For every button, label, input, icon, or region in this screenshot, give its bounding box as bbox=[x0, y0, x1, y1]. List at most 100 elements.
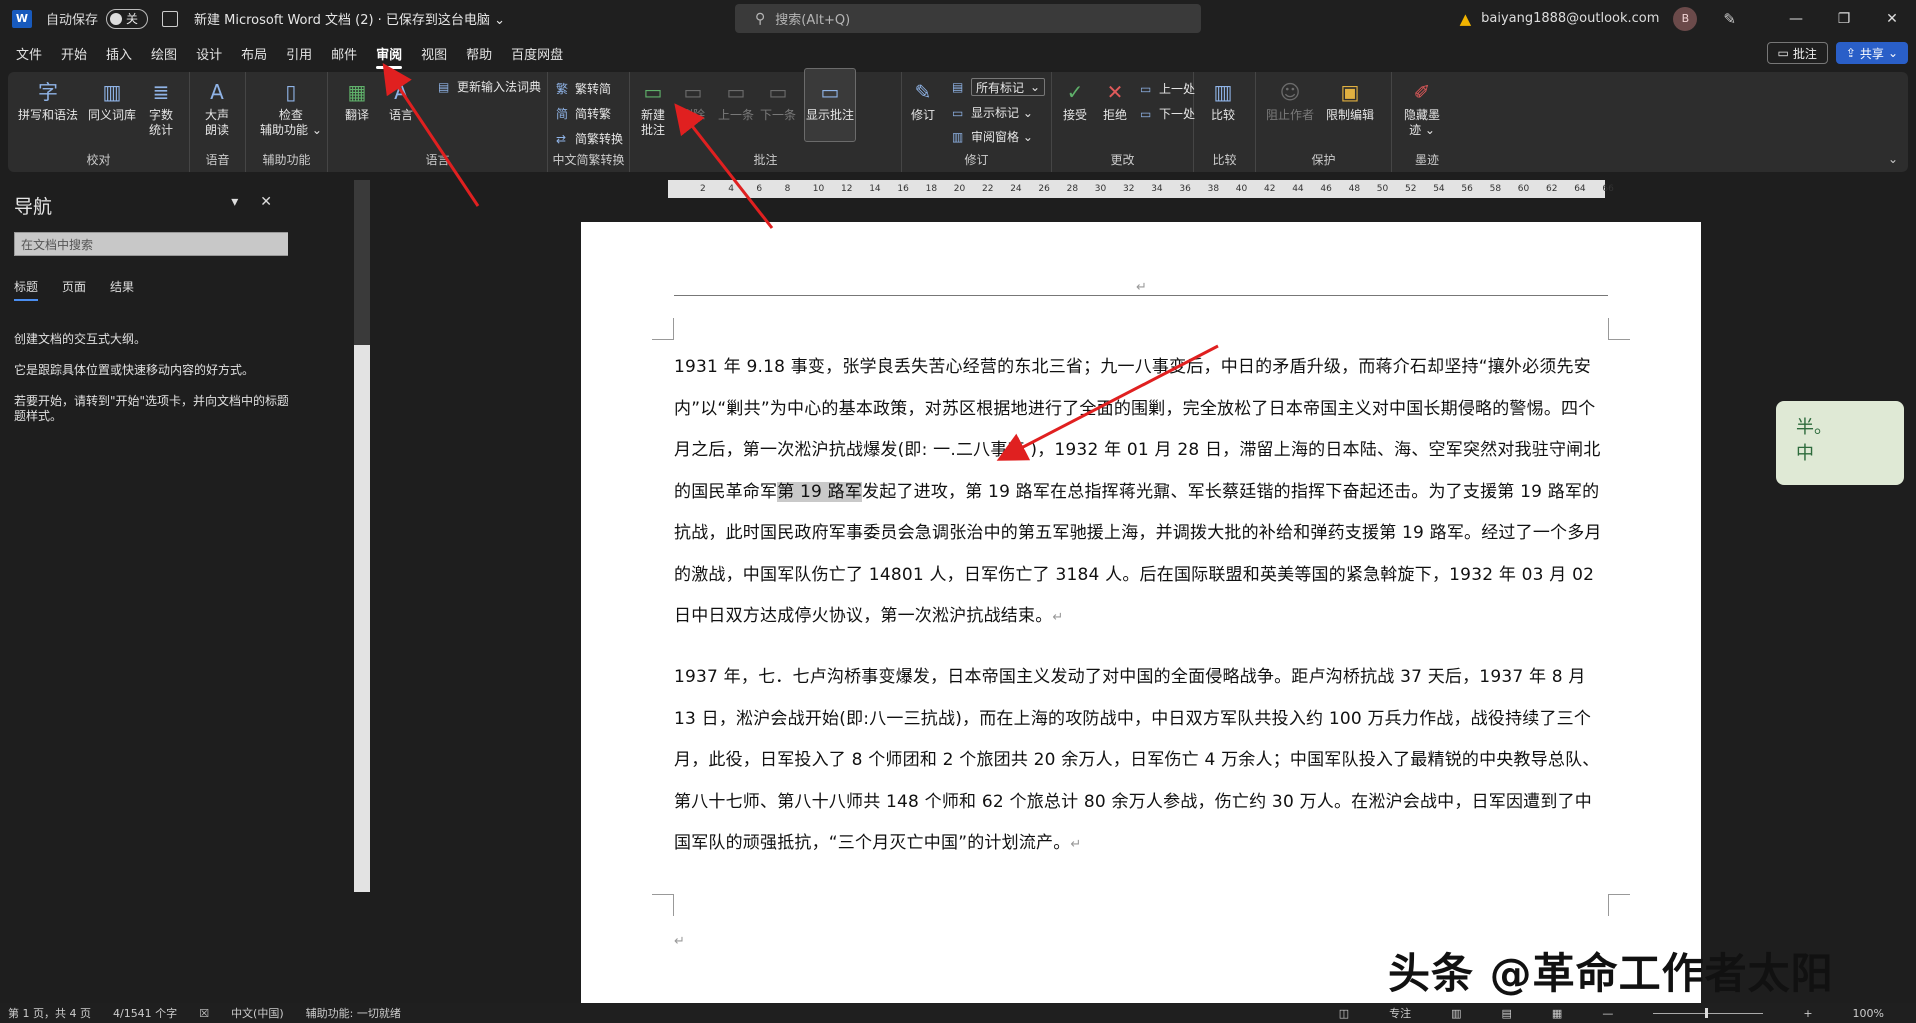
comments-button[interactable]: ▭ 批注 bbox=[1766, 42, 1828, 64]
word-count[interactable]: 4/1541 个字 bbox=[113, 1005, 177, 1021]
tab-references[interactable]: 引用 bbox=[286, 44, 312, 63]
language-status[interactable]: 中文(中国) bbox=[231, 1005, 284, 1021]
restore-button[interactable]: ❐ bbox=[1820, 11, 1868, 27]
group-protect: ☺ 阻止作者 ▣ 限制编辑 保护 bbox=[1256, 72, 1392, 172]
accessibility-status[interactable]: 辅助功能: 一切就绪 bbox=[306, 1005, 401, 1021]
restrict-editing-button[interactable]: ▣ 限制编辑 bbox=[1326, 78, 1374, 123]
web-layout-icon[interactable]: ▦ bbox=[1552, 1007, 1562, 1020]
nav-tab-pages[interactable]: 页面 bbox=[62, 278, 86, 295]
check-accessibility-button[interactable]: ▯ 检查 辅助功能 ⌄ bbox=[260, 78, 322, 138]
focus-icon[interactable]: ◫ bbox=[1339, 1007, 1349, 1020]
markup-select[interactable]: ▤ 所有标记 ⌄ bbox=[952, 78, 1046, 96]
word-count-icon: ≣ bbox=[152, 79, 170, 104]
menu-bar: 文件 开始 插入 绘图 设计 布局 引用 邮件 审阅 视图 帮助 百度网盘 ▭ 批… bbox=[0, 37, 1916, 70]
group-proofing: 字拼写和语法 ▥ 同义词库 ≣ 字数 统计 校对 bbox=[8, 72, 190, 172]
group-speech-label: 语音 bbox=[205, 153, 230, 167]
sticker-widget[interactable]: 半。中 bbox=[1776, 401, 1904, 485]
document-page[interactable]: ↵ 1931 年 9.18 事变，张学良丢失苦心经营的东北三省；九一八事变后，中… bbox=[581, 222, 1701, 1003]
prev-comment-button[interactable]: ▭ 上一条 bbox=[718, 78, 754, 123]
tab-review[interactable]: 审阅 bbox=[376, 44, 403, 69]
crop-mark-tr bbox=[1608, 318, 1630, 340]
s2t-label: 简转繁 bbox=[575, 107, 612, 121]
print-layout-icon[interactable]: ▤ bbox=[1502, 1007, 1512, 1020]
tab-file[interactable]: 文件 bbox=[16, 44, 42, 63]
tab-layout[interactable]: 布局 bbox=[241, 44, 267, 63]
ruler-tick: 46 bbox=[1320, 184, 1332, 194]
accept-button[interactable]: ✓ 接受 bbox=[1060, 78, 1090, 123]
page-count[interactable]: 第 1 页，共 4 页 bbox=[8, 1005, 91, 1021]
tab-home[interactable]: 开始 bbox=[61, 44, 87, 63]
pen-icon[interactable]: ✎ bbox=[1723, 10, 1736, 28]
convert-button[interactable]: ⇄ 简繁转换 bbox=[556, 130, 623, 147]
thesaurus-button[interactable]: ▥ 同义词库 bbox=[88, 78, 136, 123]
zoom-level[interactable]: 100% bbox=[1853, 1007, 1884, 1020]
tab-baidu[interactable]: 百度网盘 bbox=[511, 44, 563, 63]
next-change-button[interactable]: ▭ 下一处 bbox=[1140, 105, 1195, 122]
collapse-ribbon-icon[interactable]: ⌄ bbox=[1888, 152, 1898, 166]
paragraph-2[interactable]: 1937 年，七．七卢沟桥事变爆发，日本帝国主义发动了对中国的全面侵略战争。距卢… bbox=[674, 657, 1609, 866]
header-divider bbox=[674, 295, 1608, 296]
save-icon[interactable] bbox=[162, 10, 179, 27]
warning-icon[interactable]: ▲ bbox=[1460, 10, 1472, 28]
tab-help[interactable]: 帮助 bbox=[466, 44, 492, 63]
block-authors-button[interactable]: ☺ 阻止作者 bbox=[1266, 78, 1314, 123]
language-button[interactable]: A 语言 bbox=[386, 78, 416, 123]
track-changes-icon: ✎ bbox=[914, 79, 932, 104]
selected-text[interactable]: 第 19 路军 bbox=[777, 481, 863, 502]
close-button[interactable]: ✕ bbox=[1868, 11, 1916, 27]
compare-button[interactable]: ▥ 比较 bbox=[1208, 78, 1238, 123]
block-authors-icon: ☺ bbox=[1279, 79, 1301, 104]
account-email[interactable]: baiyang1888@outlook.com bbox=[1481, 11, 1659, 26]
translate-button[interactable]: ▦ 翻译 bbox=[342, 78, 372, 123]
prev-change-button[interactable]: ▭ 上一处 bbox=[1140, 80, 1195, 97]
t2s-button[interactable]: 繁繁转简 bbox=[556, 80, 611, 97]
zoom-thumb[interactable] bbox=[1705, 1007, 1709, 1018]
markup-icon: ▤ bbox=[952, 80, 964, 94]
spelling-grammar-button[interactable]: 字拼写和语法 bbox=[18, 78, 78, 123]
word-count-button[interactable]: ≣ 字数 统计 bbox=[146, 78, 176, 138]
zoom-slider[interactable] bbox=[1653, 1007, 1764, 1018]
tab-draw[interactable]: 绘图 bbox=[151, 44, 177, 63]
ruler-tick: 2 bbox=[700, 184, 706, 194]
accept-label: 接受 bbox=[1062, 108, 1087, 122]
proofing-icon[interactable]: ☒ bbox=[199, 1007, 209, 1020]
nav-search-input[interactable]: 在文档中搜索⚲⌄ bbox=[14, 232, 331, 256]
next-comment-button[interactable]: ▭ 下一条 bbox=[760, 78, 796, 123]
read-mode-icon[interactable]: ▥ bbox=[1451, 1007, 1461, 1020]
tab-design[interactable]: 设计 bbox=[196, 44, 222, 63]
document-title[interactable]: 新建 Microsoft Word 文档 (2) · 已保存到这台电脑 ⌄ bbox=[194, 9, 505, 28]
paragraph-1[interactable]: 1931 年 9.18 事变，张学良丢失苦心经营的东北三省；九一八事变后，中日的… bbox=[674, 347, 1609, 639]
nav-tab-results[interactable]: 结果 bbox=[110, 278, 134, 295]
nav-close-icon[interactable]: ✕ bbox=[260, 194, 272, 210]
focus-label[interactable]: 专注 bbox=[1389, 1005, 1411, 1021]
read-aloud-button[interactable]: A 大声 朗读 bbox=[202, 78, 232, 138]
review-pane-button[interactable]: ▥ 审阅窗格 ⌄ bbox=[952, 128, 1033, 145]
show-markup-button[interactable]: ▭ 显示标记 ⌄ bbox=[952, 104, 1033, 121]
tab-mailings[interactable]: 邮件 bbox=[331, 44, 357, 63]
tab-insert[interactable]: 插入 bbox=[106, 44, 132, 63]
avatar[interactable]: B bbox=[1673, 6, 1698, 31]
show-markup-label: 显示标记 ⌄ bbox=[971, 106, 1033, 120]
delete-comment-button[interactable]: ▭ 删除 bbox=[678, 78, 708, 123]
book-icon: ▥ bbox=[102, 79, 122, 104]
track-changes-button[interactable]: ✎ 修订 bbox=[908, 78, 938, 123]
prev-comment-icon: ▭ bbox=[726, 79, 746, 104]
horizontal-ruler[interactable]: 2 4 6 8 10 12 14 16 18 20 22 24 26 28 30 32 34 36 38 40 42 44… bbox=[668, 180, 1614, 198]
spelling-label: 拼写和语法 bbox=[18, 108, 79, 122]
hide-ink-button[interactable]: ✐ 隐藏墨 迹 ⌄ bbox=[1404, 78, 1440, 138]
s2t-button[interactable]: 简简转繁 bbox=[556, 105, 611, 122]
nav-options-icon[interactable]: ▾ bbox=[231, 194, 238, 210]
nav-tab-headings[interactable]: 标题 bbox=[14, 278, 39, 301]
search-box[interactable]: ⚲ 搜索(Alt+Q) bbox=[735, 4, 1201, 33]
zoom-in-icon[interactable]: + bbox=[1803, 1007, 1812, 1020]
autosave-toggle[interactable]: 关 bbox=[106, 8, 149, 29]
vertical-ruler[interactable] bbox=[354, 345, 370, 892]
share-button[interactable]: ⇪ 共享 ⌄ bbox=[1835, 42, 1908, 64]
zoom-out-icon[interactable]: — bbox=[1602, 1007, 1613, 1020]
tab-view[interactable]: 视图 bbox=[421, 44, 447, 63]
show-comments-button[interactable]: ▭ 显示批注 bbox=[806, 78, 854, 123]
update-ime-button[interactable]: ▤ 更新输入法词典 bbox=[438, 78, 541, 95]
reject-button[interactable]: ✕ 拒绝 bbox=[1100, 78, 1130, 123]
minimize-button[interactable]: — bbox=[1772, 11, 1820, 27]
new-comment-button[interactable]: ▭ 新建 批注 bbox=[638, 78, 668, 138]
